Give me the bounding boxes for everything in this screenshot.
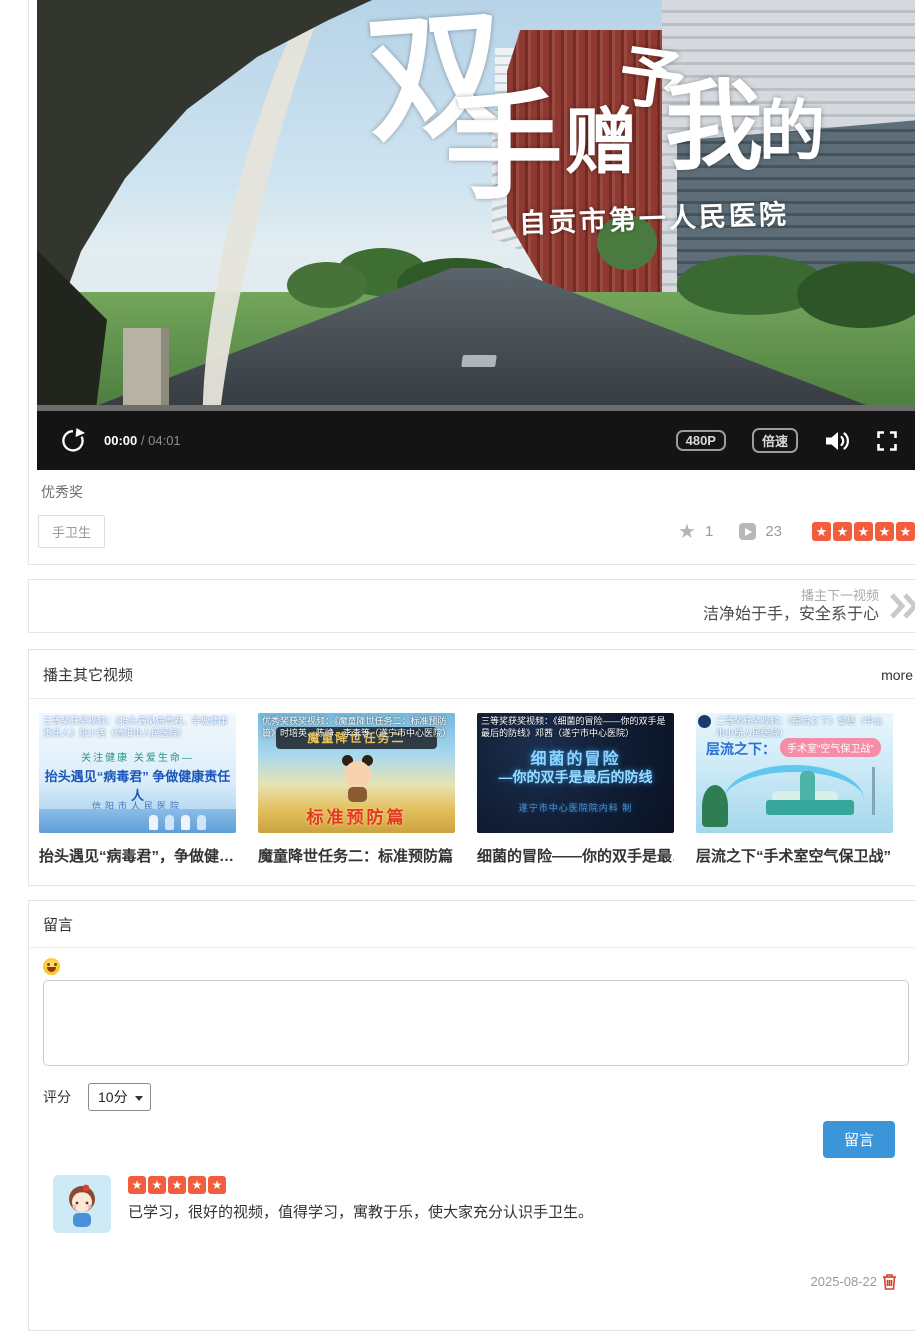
poster-footer: 标准预防篇 — [258, 803, 455, 828]
quality-button[interactable]: 480P — [676, 430, 726, 451]
submit-comment-button[interactable]: 留言 — [823, 1121, 895, 1158]
video-stats: ★ 1 23 ★ ★ ★ ★ ★ — [678, 522, 915, 542]
video-item-title[interactable]: 抬头遇见“病毒君”，争做健… — [39, 845, 236, 866]
replay-icon[interactable] — [59, 427, 86, 454]
current-time: 00:00 — [104, 433, 137, 448]
section-title: 播主其它视频 — [43, 664, 133, 685]
video-item-title[interactable]: 层流之下“手术室空气保卫战” — [696, 845, 893, 866]
rating-star-icon: ★ — [812, 522, 831, 541]
video-title-char: 赠 — [565, 106, 637, 178]
poster-title: 层流之下： — [706, 739, 776, 759]
video-thumbnail[interactable]: 三等奖获奖视频：《细菌的冒险——你的双手是最后的防线》邓茜（遂宁市中心医院） 细… — [477, 713, 674, 833]
thumbnail-caption: 二等奖获奖视频：《层流之下》黎慧（中山市小榄人民医院） — [700, 715, 890, 739]
duration: 04:01 — [148, 433, 181, 448]
video-item-title[interactable]: 细菌的冒险——你的双手是最… — [477, 845, 674, 866]
double-chevron-icon[interactable] — [889, 592, 915, 620]
favorite-count: 1 — [705, 523, 713, 540]
speed-button[interactable]: 倍速 — [752, 428, 798, 453]
comment-date: 2025-08-22 — [811, 1274, 878, 1289]
delete-comment-icon[interactable] — [882, 1273, 897, 1290]
video-list: 三等奖获奖视频：《抬头遇见病毒君，争做健康责任人》张少莲（信阳市人民医院） 关注… — [29, 699, 915, 885]
favorite-star-icon[interactable]: ★ — [678, 522, 696, 542]
thumbnail-caption: 三等奖获奖视频：《抬头遇见病毒君，争做健康责任人》张少莲（信阳市人民医院） — [43, 715, 233, 739]
video-road-mark — [461, 355, 497, 367]
score-label: 评分 — [43, 1087, 71, 1107]
video-thumbnail[interactable]: 三等奖获奖视频：《抬头遇见病毒君，争做健康责任人》张少莲（信阳市人民医院） 关注… — [39, 713, 236, 833]
poster-title: 细菌的冒险 — [477, 745, 674, 769]
progress-bar[interactable] — [37, 405, 915, 411]
score-select-wrap: 10分 — [71, 1083, 151, 1111]
poster-character — [348, 787, 367, 802]
tag-button[interactable]: 手卫生 — [38, 515, 105, 548]
next-video-label: 播主下一视频 — [703, 587, 879, 604]
rating-star-icon: ★ — [208, 1176, 226, 1194]
poster-plant — [702, 785, 728, 827]
rating-star-icon: ★ — [128, 1176, 146, 1194]
score-select[interactable]: 10分 — [88, 1083, 151, 1111]
video-pillar — [123, 328, 169, 405]
play-count-icon — [739, 523, 756, 540]
next-video-title: 洁净始于手，安全系于心 — [703, 604, 879, 626]
rating-star-icon: ★ — [896, 522, 915, 541]
video-title-char: 的 — [759, 98, 825, 164]
poster-tagline: 关注健康 关爱生命— — [39, 749, 236, 764]
poster-figures — [39, 809, 236, 833]
video-title-char: 我 — [665, 78, 763, 176]
video-player: 双 手 赠 予 我 的 自贡市第一人民医院 00:00 / 04:01 480P… — [37, 0, 915, 470]
fullscreen-icon[interactable] — [877, 431, 897, 451]
thumbnail-caption: 三等奖获奖视频：《细菌的冒险——你的双手是最后的防线》邓茜（遂宁市中心医院） — [481, 715, 671, 739]
award-label: 优秀奖 — [41, 482, 915, 502]
poster-badge: 手术室“空气保卫战” — [780, 738, 881, 757]
more-link[interactable]: more — [881, 667, 913, 683]
avatar — [53, 1175, 111, 1233]
comment-item: ★ ★ ★ ★ ★ 已学习，很好的视频，值得学习，寓教于乐，使大家充分认识手卫生… — [43, 1175, 913, 1233]
other-videos-card: 播主其它视频 more 三等奖获奖视频：《抬头遇见病毒君，争做健康责任人》张少莲… — [28, 649, 915, 886]
rating-star-icon: ★ — [148, 1176, 166, 1194]
play-count: 23 — [765, 523, 782, 540]
poster-logo — [698, 715, 711, 728]
poster-table — [766, 800, 854, 815]
time-separator: / — [141, 433, 145, 448]
poster-surgeon — [800, 771, 815, 801]
emoji-picker-icon[interactable] — [43, 958, 60, 975]
video-title-char: 手 — [445, 88, 563, 206]
poster-character — [344, 761, 371, 788]
video-list-item[interactable]: 三等奖获奖视频：《抬头遇见病毒君，争做健康责任人》张少莲（信阳市人民医院） 关注… — [39, 713, 236, 866]
rating-star-icon: ★ — [168, 1176, 186, 1194]
comment-rating: ★ ★ ★ ★ ★ — [128, 1176, 593, 1194]
rating-star-icon: ★ — [854, 522, 873, 541]
poster-org: 遂宁市中心医院院内科 制 — [477, 801, 674, 814]
thumbnail-caption: 优秀奖获奖视频：《魔童降世任务二：标准预防篇》时培英、陈峥、李李等（遂宁市中心医… — [262, 715, 452, 739]
time-display: 00:00 / 04:01 — [104, 433, 181, 448]
poster-subtitle: —你的双手是最后的防线 — [477, 767, 674, 787]
video-rating: ★ ★ ★ ★ ★ — [812, 522, 915, 541]
video-item-title[interactable]: 魔童降世任务二：标准预防篇 — [258, 845, 455, 866]
player-controls: 00:00 / 04:01 480P 倍速 — [37, 405, 915, 470]
rating-star-icon: ★ — [188, 1176, 206, 1194]
video-thumbnail[interactable]: 二等奖获奖视频：《层流之下》黎慧（中山市小榄人民医院） 层流之下： 手术室“空气… — [696, 713, 893, 833]
video-thumbnail[interactable]: 魔童降世任务二 优秀奖获奖视频：《魔童降世任务二：标准预防篇》时培英、陈峥、李李… — [258, 713, 455, 833]
comments-title: 留言 — [29, 901, 915, 948]
video-bush — [797, 262, 915, 328]
video-card: 双 手 赠 予 我 的 自贡市第一人民医院 00:00 / 04:01 480P… — [28, 0, 915, 565]
rating-star-icon: ★ — [833, 522, 852, 541]
video-list-item[interactable]: 二等奖获奖视频：《层流之下》黎慧（中山市小榄人民医院） 层流之下： 手术室“空气… — [696, 713, 893, 866]
video-frame[interactable]: 双 手 赠 予 我 的 自贡市第一人民医院 — [37, 0, 915, 405]
comment-input[interactable] — [43, 980, 909, 1066]
next-video-card[interactable]: 播主下一视频 洁净始于手，安全系于心 — [28, 579, 915, 633]
video-list-item[interactable]: 魔童降世任务二 优秀奖获奖视频：《魔童降世任务二：标准预防篇》时培英、陈峥、李李… — [258, 713, 455, 866]
rating-star-icon: ★ — [875, 522, 894, 541]
comments-card: 留言 评分 10分 留言 — [28, 900, 915, 1331]
comment-text: 已学习，很好的视频，值得学习，寓教于乐，使大家充分认识手卫生。 — [128, 1201, 593, 1222]
volume-icon[interactable] — [824, 430, 851, 452]
poster-equipment — [872, 767, 875, 815]
video-list-item[interactable]: 三等奖获奖视频：《细菌的冒险——你的双手是最后的防线》邓茜（遂宁市中心医院） 细… — [477, 713, 674, 866]
